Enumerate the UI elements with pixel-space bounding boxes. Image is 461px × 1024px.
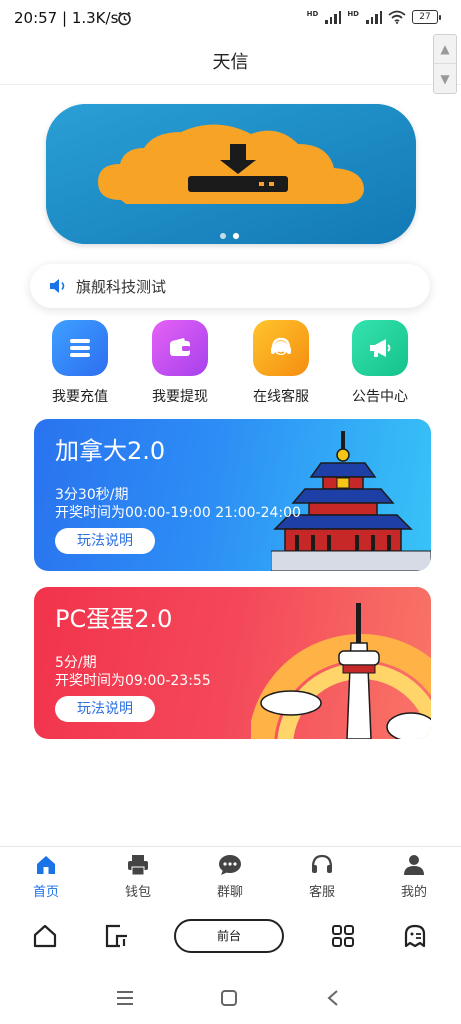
game-title: 加拿大2.0: [55, 437, 166, 465]
browser-toolbar: 前台: [0, 905, 461, 967]
headset-icon: [276, 853, 368, 877]
quick-item-support[interactable]: 在线客服: [241, 320, 321, 406]
rules-button[interactable]: 玩法说明: [55, 696, 155, 722]
front-stage-button[interactable]: 前台: [174, 919, 284, 953]
game-period: 5分/期: [55, 655, 97, 671]
temple-illustration: [271, 431, 431, 571]
alarm-icon: [118, 11, 131, 26]
tab-service[interactable]: 客服: [276, 853, 368, 900]
signal-icon-2: [366, 10, 382, 24]
user-icon: [368, 853, 460, 877]
tab-wallet[interactable]: 钱包: [92, 853, 184, 900]
tab-label: 客服: [308, 885, 335, 900]
back-icon[interactable]: [318, 984, 348, 1012]
cloud-download-icon: [46, 104, 416, 244]
speaker-icon: [50, 279, 65, 293]
quick-item-recharge[interactable]: 我要充值: [40, 320, 120, 406]
home-square-icon[interactable]: [214, 984, 244, 1012]
notice-text: 旗舰科技测试: [76, 277, 167, 296]
tab-group-chat[interactable]: 群聊: [184, 853, 276, 900]
quick-item-label: 我要充值: [52, 389, 108, 405]
quick-menu: 我要充值 我要提现 在线客服 公告中心: [0, 320, 461, 410]
scroll-up-icon[interactable]: ▲: [434, 35, 456, 64]
grid-icon[interactable]: [326, 919, 360, 953]
tab-mine[interactable]: 我的: [368, 853, 460, 900]
menu-icon[interactable]: [110, 984, 140, 1012]
tab-label: 我的: [400, 885, 427, 900]
quick-item-label: 在线客服: [253, 389, 309, 405]
system-navigation: [0, 972, 461, 1024]
quick-item-notices[interactable]: 公告中心: [340, 320, 420, 406]
home-icon: [0, 853, 92, 877]
bottom-tab-bar: 首页 钱包 群聊 客服 我的: [0, 846, 461, 903]
carousel-dots: [220, 233, 239, 239]
ghost-menu-icon[interactable]: [398, 919, 432, 953]
battery-icon: 27: [412, 10, 441, 24]
scroll-down-icon[interactable]: ▼: [434, 65, 456, 93]
printer-icon: [92, 853, 184, 877]
signal-icon: [325, 10, 342, 24]
chat-icon: [184, 853, 276, 877]
game-schedule: 开奖时间为00:00-19:00 21:00-24:00: [55, 505, 301, 521]
scroll-widget[interactable]: ▲ ▼: [433, 34, 457, 94]
game-schedule: 开奖时间为09:00-23:55: [55, 673, 211, 689]
battery-level: 27: [412, 10, 438, 24]
game-card-pcegg[interactable]: PC蛋蛋2.0 5分/期 开奖时间为09:00-23:55 玩法说明: [34, 587, 431, 739]
game-period: 3分30秒/期: [55, 487, 129, 503]
tab-home[interactable]: 首页: [0, 853, 92, 900]
app-header: 天信: [0, 38, 461, 85]
tower-illustration: [251, 603, 431, 739]
page-title: 天信: [212, 52, 249, 73]
quick-item-label: 我要提现: [152, 389, 208, 405]
carousel-dot[interactable]: [220, 233, 226, 239]
wifi-icon: [388, 10, 406, 24]
headset-icon: [253, 320, 309, 376]
tab-label: 首页: [32, 885, 59, 900]
wallet-icon: [152, 320, 208, 376]
game-card-canada[interactable]: 加拿大2.0 3分30秒/期 开奖时间为00:00-19:00 21:00-24…: [34, 419, 431, 571]
banner-carousel[interactable]: [46, 104, 416, 244]
status-bar: 20:57 | 1.3K/s HD HD 27: [0, 0, 461, 38]
home-icon[interactable]: [28, 919, 62, 953]
tabs-icon[interactable]: [100, 919, 134, 953]
megaphone-icon: [352, 320, 408, 376]
notice-bar[interactable]: 旗舰科技测试: [30, 264, 430, 308]
status-time: 20:57 | 1.3K/s: [14, 9, 119, 27]
game-title: PC蛋蛋2.0: [55, 605, 173, 633]
tab-label: 群聊: [216, 885, 243, 900]
stack-icon: [52, 320, 108, 376]
carousel-dot-active[interactable]: [233, 233, 239, 239]
quick-item-label: 公告中心: [352, 389, 408, 405]
tab-label: 钱包: [124, 885, 151, 900]
rules-button[interactable]: 玩法说明: [55, 528, 155, 554]
quick-item-withdraw[interactable]: 我要提现: [140, 320, 220, 406]
